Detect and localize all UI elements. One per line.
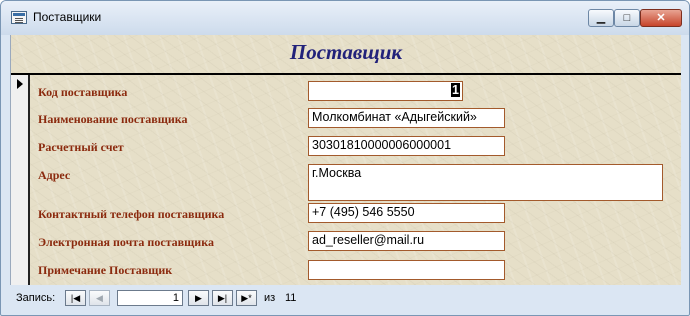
record-label: Запись: (16, 292, 56, 304)
supplier-name-field[interactable]: Молкомбинат «Адыгейский» (308, 108, 505, 128)
title-bar: Поставщики ▁ □ ✕ (1, 1, 689, 35)
first-record-button[interactable]: |◀ (65, 290, 86, 306)
account-label: Расчетный счет (38, 140, 124, 154)
of-label: из (264, 292, 276, 304)
next-record-button[interactable]: ▶ (188, 290, 209, 306)
form-icon (11, 11, 27, 24)
form-header: Поставщик (11, 35, 681, 71)
window-title: Поставщики (33, 10, 102, 24)
record-navigation-bar: Запись: |◀ ◀ 1 ▶ ▶| ▶* из 11 (10, 285, 680, 311)
form-title: Поставщик (289, 40, 403, 64)
previous-record-button[interactable]: ◀ (89, 290, 110, 306)
record-selector[interactable] (11, 75, 30, 285)
form-body: Поставщик Код поставщика 1 Наименование … (10, 35, 681, 285)
new-record-button[interactable]: ▶* (236, 290, 257, 306)
total-records: 11 (285, 292, 297, 304)
phone-label: Контактный телефон поставщика (38, 207, 225, 221)
address-label: Адрес (38, 168, 71, 182)
email-label: Электронная почта поставщика (38, 235, 214, 249)
access-form-window: Поставщики ▁ □ ✕ Поставщик Код поставщик… (0, 0, 690, 316)
address-field[interactable]: г.Москва (308, 164, 663, 201)
supplier-id-label: Код поставщика (38, 85, 128, 99)
account-field[interactable]: 30301810000006000001 (308, 136, 505, 156)
minimize-button[interactable]: ▁ (588, 9, 614, 27)
supplier-id-field[interactable]: 1 (308, 81, 463, 101)
current-record-arrow-icon (17, 79, 23, 89)
supplier-name-label: Наименование поставщика (38, 112, 188, 126)
maximize-button[interactable]: □ (614, 9, 640, 27)
close-button[interactable]: ✕ (640, 9, 682, 27)
header-separator (11, 73, 681, 75)
last-record-button[interactable]: ▶| (212, 290, 233, 306)
current-record-input[interactable]: 1 (117, 290, 183, 306)
email-field[interactable]: ad_reseller@mail.ru (308, 231, 505, 251)
note-label: Примечание Поставщик (38, 263, 173, 277)
phone-field[interactable]: +7 (495) 546 5550 (308, 203, 505, 223)
note-field[interactable] (308, 260, 505, 280)
